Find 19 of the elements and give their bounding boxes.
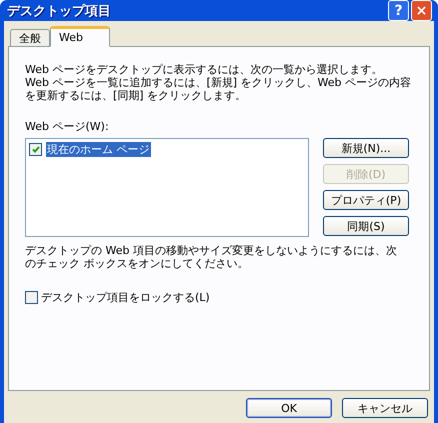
action-button[interactable]: 新規(N)... (323, 138, 409, 158)
checkbox[interactable] (29, 143, 42, 156)
close-button[interactable]: × (411, 0, 432, 21)
action-button[interactable]: プロパティ(P) (323, 190, 409, 210)
checkbox[interactable] (25, 291, 38, 304)
list-item[interactable]: 現在のホーム ページ (46, 142, 150, 157)
window-title: デスクトップ項目 (7, 2, 112, 20)
check-icon (32, 146, 40, 153)
dialog-button[interactable]: キャンセル (342, 398, 428, 418)
help-button[interactable]: ? (388, 0, 409, 21)
lock-note-text: デスクトップの Web 項目の移動やサイズ変更をしないようにするには、次のチェック ボックスをオンにしてください。 (25, 244, 398, 270)
tab[interactable]: 全般 (10, 29, 50, 47)
tab[interactable]: Web (50, 26, 110, 47)
description-text: Web ページを一覧に追加するには、[新規] をクリックし、Web ページの内容を更新するには、[同期] をクリックします。 (25, 76, 412, 102)
list-label: Web ページ(W): (25, 120, 110, 133)
action-button[interactable]: 同期(S) (323, 216, 409, 236)
description-text: Web ページをデスクトップに表示するには、次の一覧から選択します。 (25, 63, 384, 76)
checkbox-label[interactable]: デスクトップ項目をロックする(L) (41, 290, 210, 305)
dialog-button[interactable]: OK (246, 398, 332, 418)
